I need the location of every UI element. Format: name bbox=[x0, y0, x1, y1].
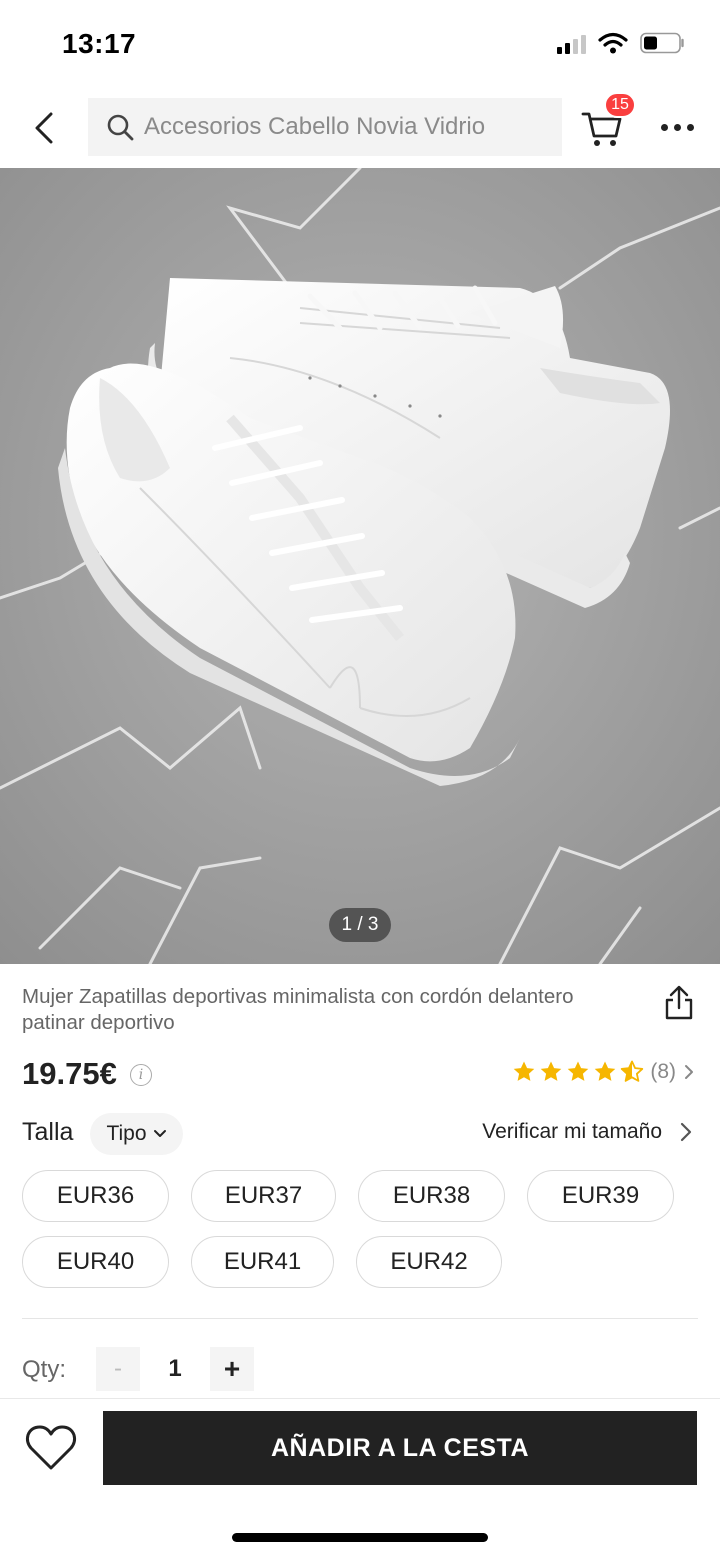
verify-size-link[interactable]: Verificar mi tamaño bbox=[482, 1120, 692, 1144]
quantity-value[interactable]: 1 bbox=[150, 1347, 200, 1391]
status-icons bbox=[557, 32, 686, 54]
size-option[interactable]: EUR40 bbox=[22, 1236, 169, 1288]
more-options-button[interactable] bbox=[652, 112, 702, 142]
wifi-icon bbox=[598, 32, 628, 54]
status-time: 13:17 bbox=[62, 28, 137, 59]
product-price: 19.75€ bbox=[22, 1056, 117, 1091]
rating-stars bbox=[512, 1060, 644, 1084]
star-icon bbox=[541, 1061, 562, 1081]
status-bar: 13:17 bbox=[0, 0, 720, 88]
star-icon bbox=[568, 1061, 589, 1081]
size-option[interactable]: EUR36 bbox=[22, 1170, 169, 1222]
cart-count-badge: 15 bbox=[604, 92, 636, 118]
search-placeholder: Accesorios Cabello Novia Vidrio bbox=[144, 113, 486, 140]
more-icon bbox=[660, 123, 668, 131]
sneakers-photo bbox=[0, 168, 720, 964]
divider bbox=[22, 1318, 698, 1319]
size-option[interactable]: EUR39 bbox=[527, 1170, 674, 1222]
add-to-cart-button[interactable]: AÑADIR A LA CESTA bbox=[103, 1411, 697, 1485]
star-icon bbox=[595, 1061, 616, 1081]
search-icon bbox=[107, 114, 134, 141]
size-label: Talla bbox=[22, 1118, 74, 1146]
size-type-label: Tipo bbox=[106, 1122, 147, 1145]
info-icon[interactable]: i bbox=[130, 1064, 152, 1086]
home-indicator bbox=[232, 1533, 488, 1542]
image-counter: 1 / 3 bbox=[329, 908, 391, 942]
search-input[interactable]: Accesorios Cabello Novia Vidrio bbox=[88, 98, 562, 156]
share-icon bbox=[665, 985, 693, 1020]
chevron-left-icon bbox=[35, 112, 53, 144]
chevron-down-icon bbox=[153, 1130, 166, 1137]
size-option[interactable]: EUR38 bbox=[358, 1170, 505, 1222]
heart-icon bbox=[25, 1425, 77, 1470]
half-star-icon bbox=[621, 1060, 644, 1082]
back-button[interactable] bbox=[24, 104, 64, 152]
quantity-label: Qty: bbox=[22, 1356, 67, 1383]
chevron-right-icon bbox=[680, 1122, 692, 1142]
size-option[interactable]: EUR37 bbox=[191, 1170, 336, 1222]
size-option[interactable]: EUR42 bbox=[356, 1236, 502, 1288]
star-icon bbox=[514, 1061, 535, 1081]
rating-count: (8) bbox=[650, 1060, 676, 1083]
wishlist-button[interactable] bbox=[24, 1423, 78, 1475]
battery-icon bbox=[640, 32, 684, 54]
rating[interactable]: (8) bbox=[512, 1060, 694, 1084]
size-option[interactable]: EUR41 bbox=[191, 1236, 334, 1288]
product-title: Mujer Zapatillas deportivas minimalista … bbox=[22, 985, 574, 1034]
quantity-decrease-button[interactable]: - bbox=[96, 1347, 140, 1391]
verify-size-label: Verificar mi tamaño bbox=[482, 1120, 662, 1143]
chevron-right-icon bbox=[685, 1065, 693, 1079]
quantity-increase-button[interactable]: + bbox=[210, 1347, 254, 1391]
signal-icon bbox=[557, 32, 586, 54]
size-type-dropdown[interactable]: Tipo bbox=[90, 1113, 183, 1155]
share-button[interactable] bbox=[662, 984, 698, 1024]
product-image[interactable] bbox=[0, 168, 720, 964]
